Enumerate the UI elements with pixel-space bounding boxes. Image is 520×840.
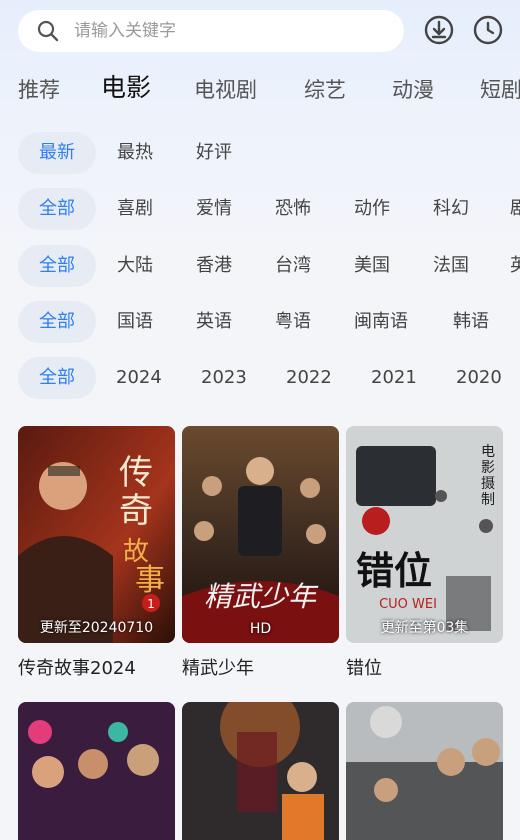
poster-art [346,702,503,840]
filter-chip[interactable]: 韩语 [453,301,489,343]
filter-chip[interactable]: 科幻 [433,188,469,230]
category-tabs: 推荐 电影 电视剧 综艺 动漫 短剧 [0,64,520,120]
download-icon[interactable] [423,14,455,46]
tab-variety[interactable]: 综艺 [304,74,346,106]
movie-poster[interactable]: 电 影 摄 制 错位 CUO WEI 更新至第03集 [346,426,503,643]
filter-row-year: 全部 2024 2023 2022 2021 2020 [0,357,520,401]
tab-recommend[interactable]: 推荐 [18,74,60,106]
movie-poster[interactable]: 精武少年 HD [182,426,339,643]
svg-text:传: 传 [119,453,153,493]
filter-chip[interactable]: 2022 [286,357,332,399]
svg-text:1: 1 [147,597,155,611]
poster-art: 传 奇 故 事 1 [18,426,175,643]
update-badge: 更新至第03集 [380,620,469,636]
filter-chip-selected[interactable]: 全部 [18,188,96,230]
filter-chip[interactable]: 国语 [117,301,153,343]
svg-text:精武少年: 精武少年 [204,580,319,613]
filter-chip[interactable]: 剧 [510,188,520,230]
svg-text:制: 制 [481,492,495,508]
filter-chip[interactable]: 好评 [196,132,232,174]
filter-chip-selected[interactable]: 全部 [18,245,96,287]
filter-chip[interactable]: 2024 [116,357,162,399]
svg-text:CUO WEI: CUO WEI [379,597,437,612]
filter-chip[interactable]: 最热 [117,132,153,174]
filter-row-genre: 全部 喜剧 爱情 恐怖 动作 科幻 剧 [0,188,520,232]
movie-poster[interactable] [182,702,339,840]
movie-poster[interactable] [346,702,503,840]
filter-chip[interactable]: 香港 [196,245,232,287]
history-clock-icon[interactable] [472,14,504,46]
svg-text:奇: 奇 [119,491,153,531]
search-placeholder: 请输入关键字 [74,21,176,41]
top-bar: 请输入关键字 [0,0,520,64]
filter-chip[interactable]: 英语 [196,301,232,343]
filter-chip[interactable]: 大陆 [117,245,153,287]
filter-chip-selected[interactable]: 全部 [18,301,96,343]
poster-art: 精武少年 [182,426,339,643]
search-icon [37,20,59,42]
filter-chip-selected[interactable]: 全部 [18,357,96,399]
movie-title[interactable]: 错位 [346,654,382,680]
svg-text:电: 电 [481,444,495,460]
movie-poster[interactable]: 传 奇 故 事 1 更新至20240710 [18,426,175,643]
filter-chip[interactable]: 粤语 [275,301,311,343]
poster-art [18,702,175,840]
filter-chip[interactable]: 美国 [354,245,390,287]
filter-chip[interactable]: 喜剧 [117,188,153,230]
poster-art [182,702,339,840]
tab-tv-series[interactable]: 电视剧 [194,74,257,106]
filter-chip[interactable]: 2021 [371,357,417,399]
filter-chip[interactable]: 闽南语 [354,301,408,343]
filter-chip-selected[interactable]: 最新 [18,132,96,174]
tab-short-drama[interactable]: 短剧 [480,74,520,106]
svg-text:错位: 错位 [356,549,432,593]
filter-chip[interactable]: 2020 [456,357,502,399]
filter-chip[interactable]: 台湾 [275,245,311,287]
poster-art: 电 影 摄 制 错位 CUO WEI [346,426,503,643]
tab-anime[interactable]: 动漫 [392,74,434,106]
filter-row-region: 全部 大陆 香港 台湾 美国 法国 英 [0,245,520,289]
filter-chip[interactable]: 2023 [201,357,247,399]
filter-chip[interactable]: 英 [510,245,520,287]
movie-poster[interactable] [18,702,175,840]
quality-badge: HD [249,621,272,637]
svg-text:摄: 摄 [481,476,495,492]
tab-movie[interactable]: 电影 [101,72,151,104]
movie-title[interactable]: 传奇故事2024 [18,654,136,680]
search-box[interactable]: 请输入关键字 [18,10,404,52]
filter-chip[interactable]: 法国 [433,245,469,287]
movie-title[interactable]: 精武少年 [182,654,254,680]
filter-chip[interactable]: 动作 [354,188,390,230]
filter-chip[interactable]: 恐怖 [275,188,311,230]
filter-row-sort: 最新 最热 好评 [0,132,520,176]
svg-text:影: 影 [481,460,495,476]
filter-row-language: 全部 国语 英语 粤语 闽南语 韩语 [0,301,520,345]
update-badge: 更新至20240710 [39,620,154,636]
svg-text:事: 事 [135,563,165,598]
filter-chip[interactable]: 爱情 [196,188,232,230]
